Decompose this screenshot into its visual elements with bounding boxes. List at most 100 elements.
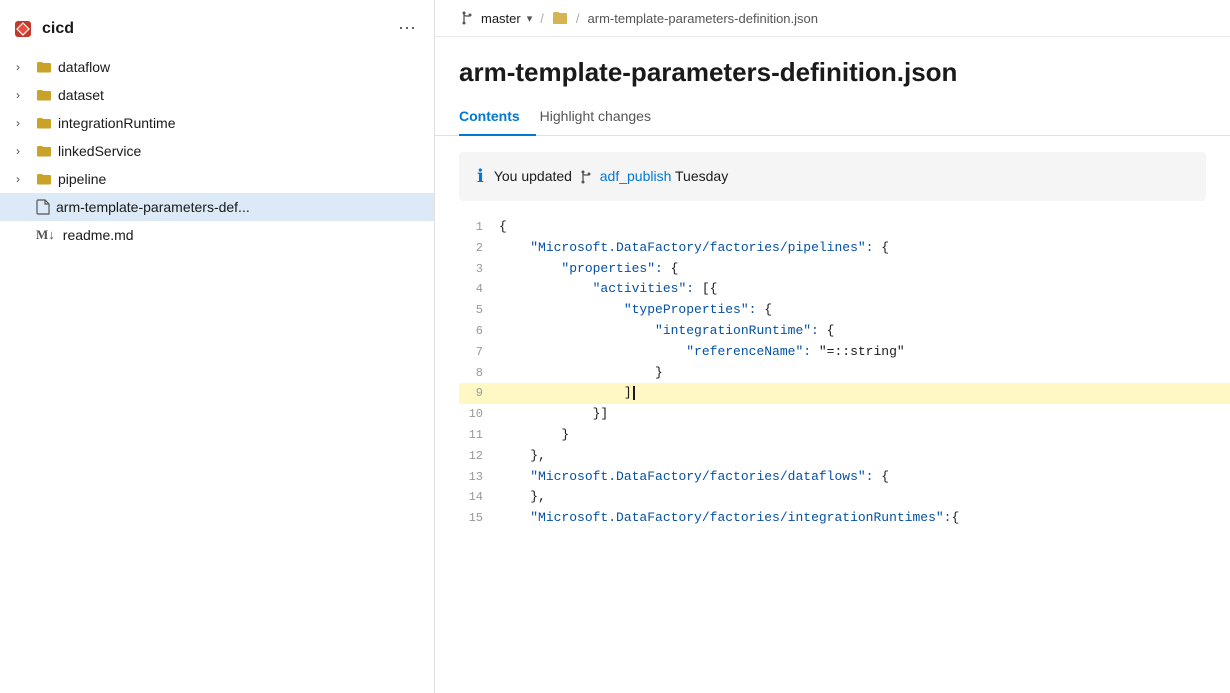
line-number: 3	[459, 259, 499, 280]
sidebar-header: cicd ⋯	[0, 8, 434, 53]
line-number: 10	[459, 404, 499, 425]
branch-name: master	[481, 11, 521, 26]
file-label: arm-template-parameters-def...	[56, 199, 250, 215]
table-row: 15 "Microsoft.DataFactory/factories/inte…	[459, 508, 1230, 529]
chevron-icon: ›	[16, 60, 30, 74]
sidebar-item-pipeline[interactable]: › pipeline	[0, 165, 434, 193]
sidebar-item-arm-template-parameters-def[interactable]: › arm-template-parameters-def...	[0, 193, 434, 221]
table-row: 1{	[459, 217, 1230, 238]
code-table: 1{2 "Microsoft.DataFactory/factories/pip…	[459, 217, 1230, 529]
table-row: 3 "properties": {	[459, 259, 1230, 280]
more-options-button[interactable]: ⋯	[392, 16, 422, 41]
table-row: 6 "integrationRuntime": {	[459, 321, 1230, 342]
info-icon: ℹ	[477, 166, 484, 187]
folder-icon	[36, 116, 52, 130]
folder-breadcrumb-icon	[552, 11, 568, 25]
tab-contents[interactable]: Contents	[459, 100, 536, 136]
breadcrumb-filename: arm-template-parameters-definition.json	[588, 11, 818, 26]
file-title: arm-template-parameters-definition.json	[459, 57, 1206, 88]
table-row: 11 }	[459, 425, 1230, 446]
folder-label: dataflow	[58, 59, 110, 75]
info-banner: ℹ You updated adf_publish Tuesday	[459, 152, 1206, 201]
sidebar: cicd ⋯ › dataflow › dataset › in	[0, 0, 435, 693]
line-number: 5	[459, 300, 499, 321]
line-content: "Microsoft.DataFactory/factories/integra…	[499, 508, 1230, 529]
folder-icon	[36, 144, 52, 158]
table-row: 5 "typeProperties": {	[459, 300, 1230, 321]
table-row: 12 },	[459, 446, 1230, 467]
md-label: readme.md	[63, 227, 134, 243]
line-content: }]	[499, 404, 1230, 425]
line-number: 9	[459, 383, 499, 404]
folder-label: integrationRuntime	[58, 115, 176, 131]
branch-chevron-icon[interactable]: ▾	[527, 12, 533, 25]
chevron-icon: ›	[16, 144, 30, 158]
sidebar-item-dataset[interactable]: › dataset	[0, 81, 434, 109]
chevron-icon: ›	[16, 88, 30, 102]
file-icon	[36, 199, 50, 215]
table-row: 8 }	[459, 363, 1230, 384]
folder-icon	[36, 172, 52, 186]
branch-link[interactable]: adf_publish	[600, 168, 672, 184]
repo-name: cicd	[42, 20, 74, 38]
table-row: 9 ]	[459, 383, 1230, 404]
repo-icon	[12, 18, 34, 40]
folder-icon	[36, 88, 52, 102]
chevron-icon: ›	[16, 172, 30, 186]
cursor	[633, 386, 635, 400]
sidebar-item-readme[interactable]: › M↓ readme.md	[0, 221, 434, 249]
breadcrumb-bar: master ▾ / / arm-template-parameters-def…	[435, 0, 1230, 37]
line-content: "integrationRuntime": {	[499, 321, 1230, 342]
line-content: }	[499, 425, 1230, 446]
sidebar-item-integrationRuntime[interactable]: › integrationRuntime	[0, 109, 434, 137]
line-number: 4	[459, 279, 499, 300]
chevron-icon: ›	[16, 116, 30, 130]
tab-bar: Contents Highlight changes	[435, 100, 1230, 136]
tab-highlight-changes[interactable]: Highlight changes	[536, 100, 667, 136]
info-branch-icon	[578, 169, 594, 185]
line-number: 13	[459, 467, 499, 488]
line-content: }	[499, 363, 1230, 384]
main-content: master ▾ / / arm-template-parameters-def…	[435, 0, 1230, 693]
line-number: 2	[459, 238, 499, 259]
table-row: 14 },	[459, 487, 1230, 508]
info-day: Tuesday	[675, 168, 728, 184]
line-content: {	[499, 217, 1230, 238]
line-number: 1	[459, 217, 499, 238]
line-number: 7	[459, 342, 499, 363]
line-content: },	[499, 487, 1230, 508]
line-number: 11	[459, 425, 499, 446]
info-text-before: You updated	[494, 168, 572, 184]
folder-label: dataset	[58, 87, 104, 103]
line-number: 14	[459, 487, 499, 508]
repo-title: cicd	[12, 18, 74, 40]
line-content: "typeProperties": {	[499, 300, 1230, 321]
table-row: 10 }]	[459, 404, 1230, 425]
line-content: ]	[499, 383, 1230, 404]
table-row: 13 "Microsoft.DataFactory/factories/data…	[459, 467, 1230, 488]
code-area[interactable]: 1{2 "Microsoft.DataFactory/factories/pip…	[459, 217, 1230, 693]
line-content: "properties": {	[499, 259, 1230, 280]
line-number: 6	[459, 321, 499, 342]
line-content: },	[499, 446, 1230, 467]
sidebar-item-dataflow[interactable]: › dataflow	[0, 53, 434, 81]
line-number: 12	[459, 446, 499, 467]
table-row: 7 "referenceName": "=::string"	[459, 342, 1230, 363]
md-icon: M↓	[36, 227, 55, 243]
folder-icon	[36, 60, 52, 74]
table-row: 2 "Microsoft.DataFactory/factories/pipel…	[459, 238, 1230, 259]
table-row: 4 "activities": [{	[459, 279, 1230, 300]
line-content: "activities": [{	[499, 279, 1230, 300]
line-content: "Microsoft.DataFactory/factories/dataflo…	[499, 467, 1230, 488]
line-content: "referenceName": "=::string"	[499, 342, 1230, 363]
folder-label: linkedService	[58, 143, 141, 159]
line-number: 15	[459, 508, 499, 529]
path-separator: /	[576, 11, 580, 26]
line-content: "Microsoft.DataFactory/factories/pipelin…	[499, 238, 1230, 259]
line-number: 8	[459, 363, 499, 384]
file-heading: arm-template-parameters-definition.json	[435, 37, 1230, 100]
folder-label: pipeline	[58, 171, 106, 187]
sidebar-item-linkedService[interactable]: › linkedService	[0, 137, 434, 165]
sidebar-tree: › dataflow › dataset › integrationRuntim…	[0, 53, 434, 249]
separator: /	[540, 11, 544, 26]
